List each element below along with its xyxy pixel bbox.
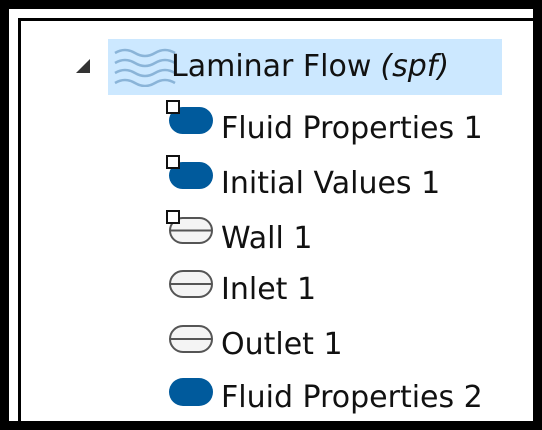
tree-node-label: Wall 1 <box>221 221 313 256</box>
tree-node-label: Fluid Properties 2 <box>221 380 483 415</box>
tree-node-label: Fluid Properties 1 <box>221 111 483 146</box>
filled-node-with-default-marker-icon <box>166 155 213 189</box>
tree-node-label: Outlet 1 <box>221 327 343 362</box>
tree-node-wall-1[interactable]: Wall 1 <box>221 213 312 265</box>
screenshot-frame: Laminar Flow (spf) Fluid Properties 1 In… <box>0 0 542 430</box>
outlined-node-with-default-marker-icon <box>166 210 213 244</box>
filled-node-icon <box>169 378 213 406</box>
model-builder-tree: Laminar Flow (spf) Fluid Properties 1 In… <box>18 18 542 430</box>
expand-triangle-icon[interactable] <box>74 57 92 75</box>
tree-node-fluid-properties-2[interactable]: Fluid Properties 2 <box>221 372 483 424</box>
outlined-node-icon <box>169 270 213 298</box>
tree-node-laminar-flow-label: Laminar Flow <box>171 49 372 84</box>
outlined-node-icon <box>169 325 213 353</box>
filled-node-with-default-marker-icon <box>166 100 213 134</box>
tree-node-initial-values-1[interactable]: Initial Values 1 <box>221 158 440 210</box>
tree-node-inlet-1[interactable]: Inlet 1 <box>221 264 316 316</box>
physics-tag: (spf) <box>380 49 450 84</box>
tree-node-label: Inlet 1 <box>221 272 317 307</box>
tree-node-label: Initial Values 1 <box>221 166 441 201</box>
tree-node-laminar-flow[interactable]: Laminar Flow (spf) <box>171 41 449 93</box>
tree-node-outlet-1[interactable]: Outlet 1 <box>221 319 343 371</box>
laminar-flow-waves-icon <box>114 48 176 87</box>
tree-node-fluid-properties-1[interactable]: Fluid Properties 1 <box>221 103 483 155</box>
